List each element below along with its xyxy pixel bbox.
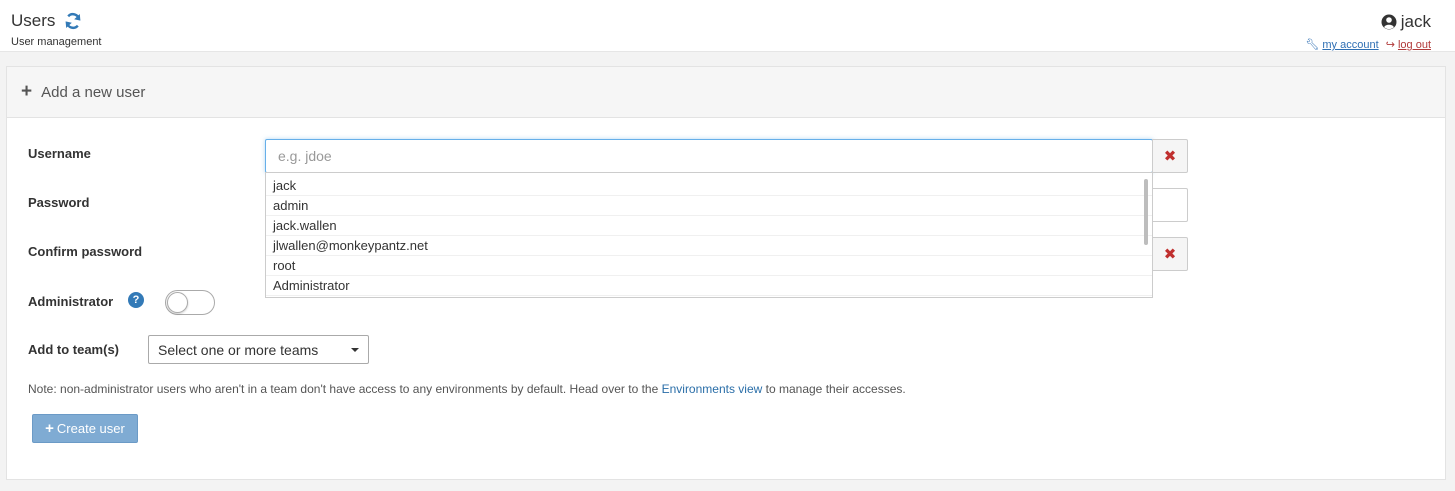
username-label: Username [28,146,91,161]
current-username: jack [1400,12,1431,31]
autocomplete-item[interactable]: jack [266,176,1152,196]
autocomplete-scrollbar[interactable] [1144,179,1148,245]
panel-heading: + Add a new user [7,67,1445,118]
team-access-note: Note: non-administrator users who aren't… [28,382,906,396]
caret-down-icon [351,348,359,352]
account-links: 🔧︎ my account ↪ log out [1305,38,1431,51]
wrench-icon: 🔧︎ [1305,39,1320,51]
panel-heading-text: Add a new user [41,83,146,101]
title-block: Users User management [11,11,102,48]
autocomplete-item[interactable]: admin [266,196,1152,216]
note-text-suffix: to manage their accesses. [762,382,906,396]
toggle-knob [167,292,188,313]
page-title: Users [11,11,102,31]
add-user-panel: + Add a new user Username e.g. jdoe ✖ Pa… [6,66,1446,480]
teams-label: Add to team(s) [28,342,119,357]
administrator-label: Administrator [28,294,114,309]
username-autocomplete-list: jack admin jack.wallen jlwallen@monkeypa… [265,172,1153,298]
page-header: Users User management jack 🔧︎ my account… [0,0,1455,52]
my-account-link[interactable]: my account [1322,39,1378,51]
autocomplete-item[interactable]: root [266,256,1152,276]
username-placeholder: e.g. jdoe [278,148,332,164]
confirm-password-label: Confirm password [28,244,143,259]
confirm-invalid-icon: ✖ [1152,237,1188,271]
page-title-text: Users [11,11,56,30]
plus-icon: + [21,81,33,102]
autocomplete-item[interactable]: Administrator [266,276,1152,296]
password-label: Password [28,195,90,210]
autocomplete-item[interactable]: jack.wallen [266,216,1152,236]
teams-select-placeholder: Select one or more teams [158,341,319,358]
environments-view-link[interactable]: Environments view [662,382,763,396]
username-input[interactable]: e.g. jdoe [265,139,1153,173]
refresh-icon[interactable] [64,12,82,30]
user-circle-icon [1381,14,1397,30]
autocomplete-item[interactable]: jlwallen@monkeypantz.net [266,236,1152,256]
password-input-edge[interactable] [1152,188,1188,222]
create-user-button[interactable]: + Create user [32,414,138,443]
log-out-link[interactable]: log out [1398,39,1431,51]
plus-icon: + [45,420,54,437]
user-menu: jack 🔧︎ my account ↪ log out [1305,12,1431,51]
note-text-prefix: Note: non-administrator users who aren't… [28,382,662,396]
create-user-label: Create user [56,421,125,436]
teams-select[interactable]: Select one or more teams [148,335,369,364]
administrator-toggle[interactable] [165,290,215,315]
help-icon[interactable]: ? [128,292,144,308]
logout-icon: ↪ [1385,39,1395,51]
page-subtitle: User management [11,36,102,48]
username-invalid-icon: ✖ [1152,139,1188,173]
current-user: jack [1305,12,1431,32]
